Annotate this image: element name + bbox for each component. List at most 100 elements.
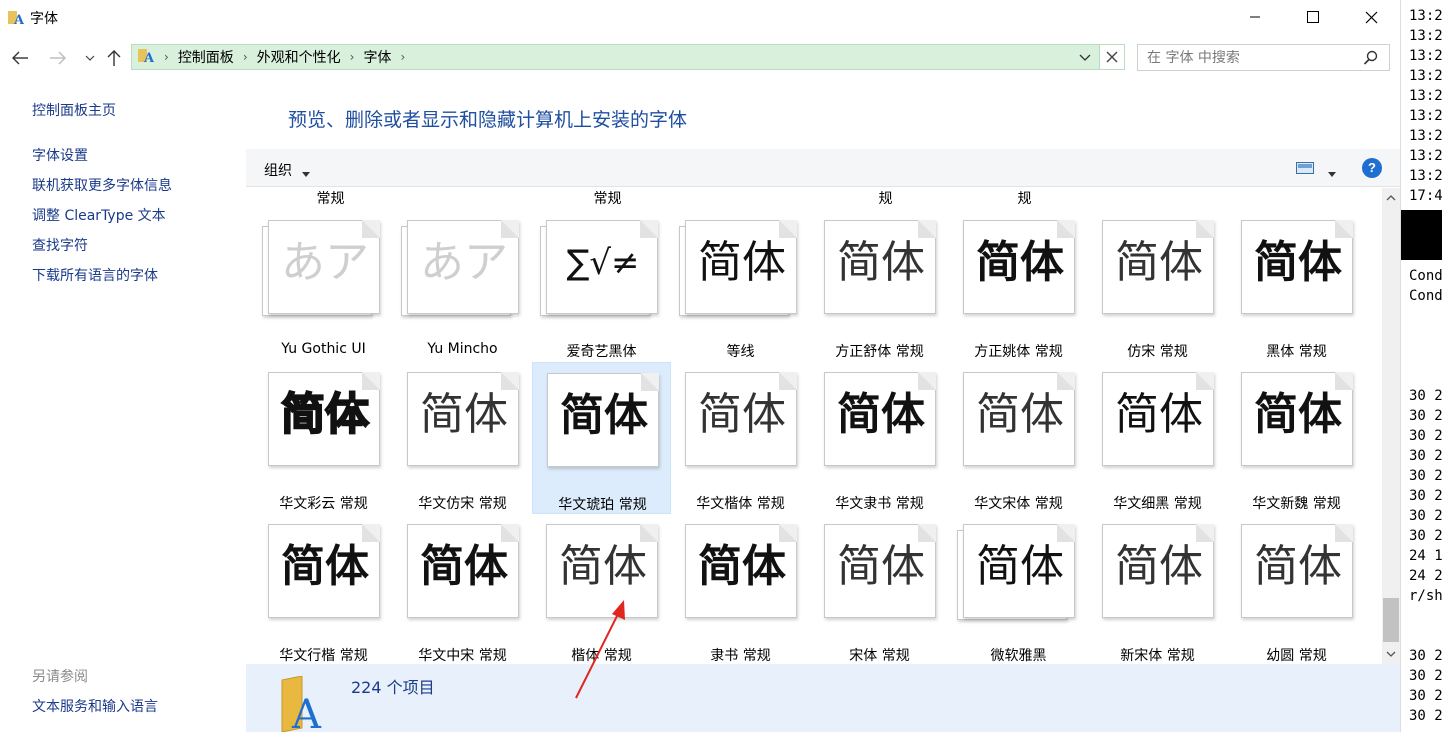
get-more-fonts-link[interactable]: 联机获取更多字体信息 bbox=[32, 175, 172, 195]
font-name: 宋体 常规 bbox=[849, 648, 910, 664]
font-preview-icon: 简体 bbox=[541, 373, 661, 473]
up-button[interactable] bbox=[102, 46, 126, 70]
chevron-down-icon[interactable] bbox=[302, 165, 310, 181]
font-page: 简体 bbox=[963, 372, 1075, 466]
font-sample: 简体 bbox=[976, 541, 1064, 592]
terminal-line: 13:2 bbox=[1409, 8, 1442, 24]
back-button[interactable] bbox=[8, 46, 32, 70]
font-preview-icon: 简体 bbox=[262, 524, 382, 624]
chevron-down-icon[interactable] bbox=[1386, 650, 1396, 658]
font-preview-icon: 简体 bbox=[1096, 372, 1216, 472]
font-tile[interactable]: 简体 华文仿宋 常规 bbox=[393, 362, 532, 514]
svg-text:A: A bbox=[143, 51, 154, 63]
font-tile[interactable]: 简体 华文隶书 常规 bbox=[810, 362, 949, 514]
font-tile[interactable]: 简体 等线 bbox=[671, 210, 810, 362]
font-tile[interactable]: あア Yu Mincho bbox=[393, 210, 532, 362]
download-fonts-link[interactable]: 下载所有语言的字体 bbox=[32, 265, 158, 285]
font-sample: 简体 bbox=[976, 389, 1064, 440]
chevron-right-icon[interactable]: › bbox=[350, 50, 355, 64]
font-tile[interactable]: 简体 黑体 常规 bbox=[1227, 210, 1366, 362]
font-sample: 简体 bbox=[420, 389, 508, 440]
font-tile[interactable]: 简体 新宋体 常规 bbox=[1088, 514, 1227, 664]
font-sample: 简体 bbox=[1254, 541, 1342, 592]
text-services-link[interactable]: 文本服务和输入语言 bbox=[32, 696, 158, 716]
help-icon[interactable]: ? bbox=[1362, 158, 1382, 178]
font-sample: 简体 bbox=[976, 237, 1064, 288]
font-tile[interactable]: 简体 微软雅黑 bbox=[949, 514, 1088, 664]
font-page: 简体 bbox=[1241, 220, 1353, 314]
font-tile[interactable]: 简体 华文宋体 常规 bbox=[949, 362, 1088, 514]
font-tile[interactable]: 简体 华文彩云 常规 bbox=[254, 362, 393, 514]
close-button[interactable] bbox=[1342, 0, 1400, 34]
font-tile[interactable]: 简体 华文琥珀 常规 bbox=[532, 362, 671, 514]
chevron-right-icon[interactable]: › bbox=[400, 50, 405, 64]
terminal-line: 13:2 bbox=[1409, 108, 1442, 124]
breadcrumb-appearance[interactable]: 外观和个性化 bbox=[257, 47, 341, 67]
font-tile[interactable]: 简体 华文行楷 常规 bbox=[254, 514, 393, 664]
close-icon bbox=[1365, 11, 1377, 23]
font-tile[interactable]: 简体 宋体 常规 bbox=[810, 514, 949, 664]
search-icon[interactable] bbox=[1363, 50, 1379, 70]
font-tile[interactable]: 简体 方正姚体 常规 bbox=[949, 210, 1088, 362]
font-tile[interactable]: 简体 方正舒体 常规 bbox=[810, 210, 949, 362]
breadcrumb-control-panel[interactable]: 控制面板 bbox=[178, 47, 234, 67]
font-tile[interactable]: 简体 幼圆 常规 bbox=[1227, 514, 1366, 664]
font-tile[interactable]: 简体 华文细黑 常规 bbox=[1088, 362, 1227, 514]
control-panel-home-link[interactable]: 控制面板主页 bbox=[32, 100, 116, 120]
font-name: 华文宋体 常规 bbox=[974, 496, 1063, 512]
font-sample: 简体 bbox=[281, 541, 369, 592]
scrollbar-thumb[interactable] bbox=[1383, 598, 1399, 642]
find-character-link[interactable]: 查找字符 bbox=[32, 235, 88, 255]
search-input[interactable] bbox=[1147, 49, 1357, 66]
font-sample: 简体 bbox=[1115, 541, 1203, 592]
terminal-line: 30 2 bbox=[1409, 448, 1442, 464]
font-tile[interactable]: ∑√≠ 爱奇艺黑体 bbox=[532, 210, 671, 362]
partial-label: 规 bbox=[878, 191, 893, 207]
font-sample: 简体 bbox=[560, 390, 648, 441]
font-name: 华文楷体 常规 bbox=[696, 496, 785, 512]
organize-button[interactable]: 组织 bbox=[264, 160, 292, 180]
recent-locations-button[interactable] bbox=[78, 46, 102, 70]
terminal-line: 13:2 bbox=[1409, 168, 1442, 184]
maximize-button[interactable] bbox=[1284, 0, 1342, 34]
address-history-button[interactable] bbox=[1079, 51, 1091, 67]
font-sample: 简体 bbox=[837, 541, 925, 592]
font-page: 简体 bbox=[1241, 372, 1353, 466]
view-options-icon[interactable] bbox=[1296, 160, 1314, 180]
address-bar[interactable]: A › 控制面板 › 外观和个性化 › 字体 › bbox=[131, 44, 1100, 70]
chevron-down-icon[interactable] bbox=[1328, 165, 1336, 181]
partial-label: 常规 bbox=[593, 191, 622, 207]
font-preview-icon: 简体 bbox=[401, 372, 521, 472]
close-icon bbox=[1106, 51, 1118, 63]
minimize-button[interactable] bbox=[1226, 0, 1284, 34]
chevron-down-icon bbox=[1079, 54, 1091, 61]
font-tile[interactable]: あア Yu Gothic UI bbox=[254, 210, 393, 362]
font-tile[interactable]: 简体 仿宋 常规 bbox=[1088, 210, 1227, 362]
terminal-line: 13:2 bbox=[1409, 88, 1442, 104]
font-tile[interactable]: 简体 华文新魏 常规 bbox=[1227, 362, 1366, 514]
font-page: 简体 bbox=[963, 220, 1075, 314]
terminal-line: r/sha bbox=[1409, 588, 1442, 604]
font-tile[interactable]: 简体 华文楷体 常规 bbox=[671, 362, 810, 514]
clear-address-button[interactable] bbox=[1100, 44, 1125, 70]
font-page: 简体 bbox=[824, 524, 936, 618]
terminal-line: 30 2 bbox=[1409, 708, 1442, 724]
terminal-line: 30 2 bbox=[1409, 508, 1442, 524]
arrow-left-icon bbox=[12, 51, 28, 65]
font-preview-icon: 简体 bbox=[679, 524, 799, 624]
search-box[interactable] bbox=[1137, 44, 1390, 71]
forward-button[interactable] bbox=[46, 46, 70, 70]
font-tile[interactable]: 简体 华文中宋 常规 bbox=[393, 514, 532, 664]
breadcrumb-fonts[interactable]: 字体 bbox=[363, 47, 391, 67]
font-preview-icon: 简体 bbox=[957, 372, 1077, 472]
cleartype-link[interactable]: 调整 ClearType 文本 bbox=[32, 205, 166, 225]
font-settings-link[interactable]: 字体设置 bbox=[32, 145, 88, 165]
fonts-window: A 字体 A › 控制面板 › 外观和个性化 › 字体 › 在 字体 中搜索 控… bbox=[0, 0, 1400, 732]
font-sample: 简体 bbox=[1254, 389, 1342, 440]
font-name: 华文行楷 常规 bbox=[279, 648, 368, 664]
chevron-up-icon[interactable] bbox=[1386, 194, 1396, 202]
chevron-right-icon[interactable]: › bbox=[243, 50, 248, 64]
font-name: Yu Gothic UI bbox=[281, 341, 366, 357]
font-tile[interactable]: 简体 隶书 常规 bbox=[671, 514, 810, 664]
vertical-scrollbar[interactable] bbox=[1382, 188, 1400, 664]
